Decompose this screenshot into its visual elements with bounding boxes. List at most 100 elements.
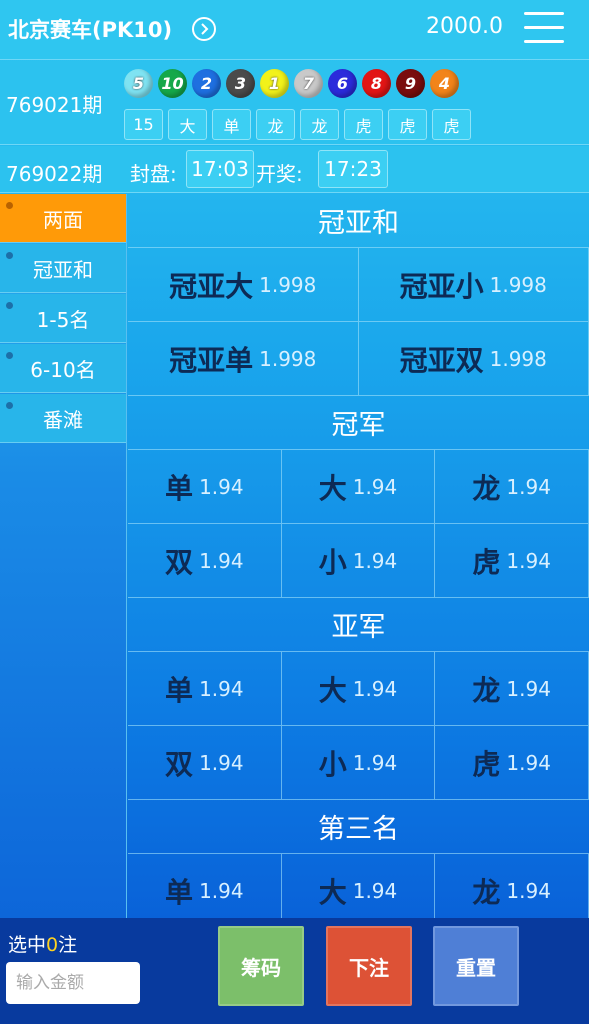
bet-footer: 选中0注 筹码 下注 重置 (0, 918, 589, 1024)
bet-option-odds: 1.94 (199, 676, 244, 701)
bet-option[interactable]: 单 1.94 (128, 652, 282, 726)
next-draw-row: 769022期 封盘: 17:03 开奖: 17:23 (0, 146, 589, 193)
bet-option[interactable]: 大 1.94 (281, 652, 436, 726)
sidebar-item[interactable]: 两面 (0, 194, 126, 243)
bet-option-name: 虎 (472, 545, 501, 579)
bet-option-name: 大 (318, 673, 347, 707)
bet-option-odds: 1.94 (352, 878, 398, 903)
header-bar: 北京赛车(PK10) 2000.0 (0, 0, 589, 60)
result-tag: 龙 (300, 109, 339, 140)
bet-option-name: 大 (318, 875, 347, 909)
selected-count-text: 选中0注 (8, 930, 77, 957)
result-ball: 8 (362, 69, 391, 98)
bet-option-odds: 1.94 (352, 474, 398, 499)
result-tag: 大 (168, 109, 207, 140)
close-countdown: 17:03 (186, 150, 254, 188)
bullet-dot-icon (6, 252, 13, 259)
last-issue-number: 769021期 (6, 93, 103, 117)
bet-option-name: 小 (318, 747, 347, 781)
sidebar-item[interactable]: 冠亚和 (0, 244, 126, 293)
sidebar-item[interactable]: 番滩 (0, 394, 126, 443)
bet-option-name: 双 (165, 747, 194, 781)
result-ball: 1 (260, 69, 289, 98)
category-sidebar: 两面冠亚和 1-5名 6-10名番滩 (0, 194, 127, 918)
open-label: 开奖: (256, 162, 303, 186)
bet-option-name: 单 (165, 471, 194, 505)
sidebar-item-label: 番滩 (43, 407, 83, 432)
betting-grid: 冠亚和 冠亚大 1.998 冠亚小 1.998 冠亚单 1.998 冠亚双 1.998 冠军单 1.… (128, 194, 589, 918)
bet-option-odds: 1.94 (506, 878, 551, 903)
bet-option-odds: 1.94 (352, 750, 398, 775)
bet-option-name: 冠亚单 (169, 343, 254, 377)
bet-option[interactable]: 小 1.94 (281, 726, 436, 800)
bet-option-odds: 1.94 (199, 548, 244, 573)
bet-option-odds: 1.94 (199, 474, 244, 499)
bet-option[interactable]: 冠亚大 1.998 (128, 248, 359, 322)
bet-option-name: 大 (318, 471, 347, 505)
reset-button[interactable]: 重置 (433, 926, 519, 1006)
chevron-right-circle-icon[interactable] (192, 17, 216, 41)
result-tag: 龙 (256, 109, 295, 140)
section-title: 亚军 (128, 598, 589, 652)
amount-input[interactable] (6, 962, 140, 1004)
sidebar-item[interactable]: 6-10名 (0, 344, 126, 393)
hamburger-menu-icon[interactable] (524, 10, 564, 44)
selected-count: 0 (46, 934, 59, 956)
result-ball: 9 (396, 69, 425, 98)
sidebar-item-label: 两面 (43, 207, 83, 232)
bet-option-name: 虎 (472, 747, 501, 781)
result-tag: 虎 (388, 109, 427, 140)
place-bet-button[interactable]: 下注 (326, 926, 412, 1006)
bet-option-name: 冠亚小 (399, 269, 484, 303)
result-ball: 2 (192, 69, 221, 98)
bet-option-odds: 1.94 (506, 676, 551, 701)
bet-option-name: 双 (165, 545, 194, 579)
bet-option-odds: 1.94 (352, 548, 398, 573)
sidebar-item-label: 冠亚和 (33, 257, 93, 282)
bet-option[interactable]: 虎 1.94 (435, 524, 589, 598)
bet-option[interactable]: 龙 1.94 (435, 450, 589, 524)
bullet-dot-icon (6, 402, 13, 409)
bet-option[interactable]: 大 1.94 (281, 450, 436, 524)
bet-option-odds: 1.94 (199, 878, 244, 903)
bet-option[interactable]: 大 1.94 (282, 854, 436, 918)
result-tag: 15 (124, 109, 163, 140)
bet-option-odds: 1.998 (259, 346, 317, 371)
sidebar-item-label: 1-5名 (36, 307, 90, 332)
open-countdown: 17:23 (318, 150, 388, 188)
selected-suffix: 注 (58, 934, 78, 956)
bet-option[interactable]: 单 1.94 (128, 450, 282, 524)
bet-option[interactable]: 小 1.94 (281, 524, 436, 598)
bet-option[interactable]: 单 1.94 (128, 854, 282, 918)
bet-option-name: 龙 (472, 875, 501, 909)
sidebar-item-label: 6-10名 (30, 357, 96, 382)
result-tag: 单 (212, 109, 251, 140)
bet-option-odds: 1.94 (352, 676, 398, 701)
bet-option-odds: 1.94 (199, 750, 244, 775)
bullet-dot-icon (6, 302, 13, 309)
bet-option-name: 冠亚大 (169, 269, 254, 303)
bet-option-odds: 1.94 (506, 750, 551, 775)
chips-button[interactable]: 筹码 (218, 926, 304, 1006)
bet-option[interactable]: 双 1.94 (128, 726, 282, 800)
bet-option[interactable]: 冠亚单 1.998 (128, 322, 359, 396)
bet-option-name: 单 (165, 673, 194, 707)
game-title[interactable]: 北京赛车(PK10) (8, 14, 172, 44)
result-ball: 5 (124, 69, 153, 98)
section-title: 第三名 (128, 800, 589, 854)
result-ball: 4 (430, 69, 459, 98)
bet-option[interactable]: 龙 1.94 (435, 854, 589, 918)
bet-option-name: 冠亚双 (399, 343, 484, 377)
bet-option-odds: 1.998 (259, 272, 317, 297)
bet-option[interactable]: 双 1.94 (128, 524, 282, 598)
close-label: 封盘: (130, 162, 177, 186)
app-root: 北京赛车(PK10) 2000.0 769021期 5 10 2 3 1 7 6 8 9 4 15… (0, 0, 589, 1024)
bet-option[interactable]: 冠亚双 1.998 (358, 322, 589, 396)
balance-amount: 2000.0 (426, 14, 503, 39)
bullet-dot-icon (6, 352, 13, 359)
sidebar-item[interactable]: 1-5名 (0, 294, 126, 343)
bet-option[interactable]: 虎 1.94 (435, 726, 589, 800)
bet-option[interactable]: 冠亚小 1.998 (358, 248, 589, 322)
bet-option[interactable]: 龙 1.94 (435, 652, 589, 726)
result-ball: 7 (294, 69, 323, 98)
